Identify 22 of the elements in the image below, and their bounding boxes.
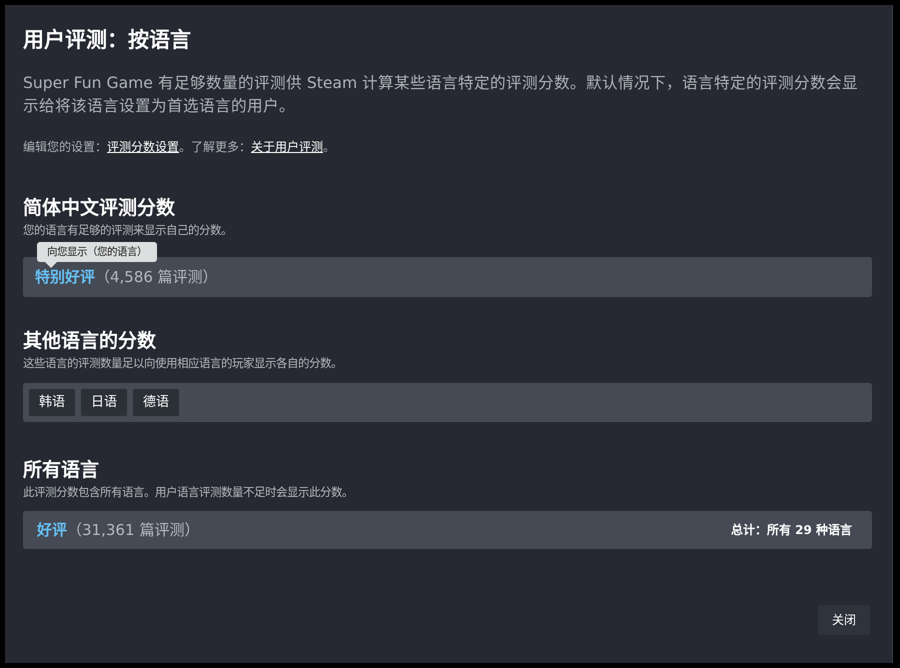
section-heading: 其他语言的分数	[23, 329, 157, 353]
tooltip: 向您显示（您的语言）	[37, 242, 157, 268]
text-link[interactable]: 评测分数设置	[107, 140, 179, 154]
review-count: （4,586 篇评测）	[95, 266, 218, 288]
section-heading: 所有语言	[23, 458, 100, 482]
description-text: Super Fun Game 有足够数量的评测供 Steam 计算某些语言特定的评测分数。默认情况下，语言特定的评测分数会显示给将该语言设置为首选语言的用户。	[23, 73, 860, 117]
language-tag: 日语	[81, 389, 127, 416]
rating-label: 好评	[37, 520, 67, 541]
section-subtitle: 您的语言有足够的评测来显示自己的分数。	[23, 223, 233, 237]
close-button[interactable]: 关闭	[818, 605, 870, 635]
section-subtitle: 此评测分数包含所有语言。用户语言评测数量不足时会显示此分数。	[23, 485, 354, 499]
language-tag: 韩语	[29, 389, 75, 416]
language-total-text: 总计：所有 29 种语言	[730, 522, 852, 539]
text-link[interactable]: 关于用户评测	[251, 140, 323, 154]
rating-label: 特别好评	[35, 266, 95, 288]
section-subtitle: 这些语言的评测数量足以向使用相应语言的玩家显示各自的分数。	[23, 356, 343, 370]
language-tag: 德语	[133, 389, 179, 416]
dialog-title: 用户评测：按语言	[23, 27, 192, 54]
review-count: （31,361 篇评测）	[67, 520, 200, 541]
section-heading: 简体中文评测分数	[23, 196, 176, 220]
pointer-icon	[45, 262, 57, 268]
settings-note: 编辑您的设置：评测分数设置。了解更多：关于用户评测。	[23, 139, 335, 156]
